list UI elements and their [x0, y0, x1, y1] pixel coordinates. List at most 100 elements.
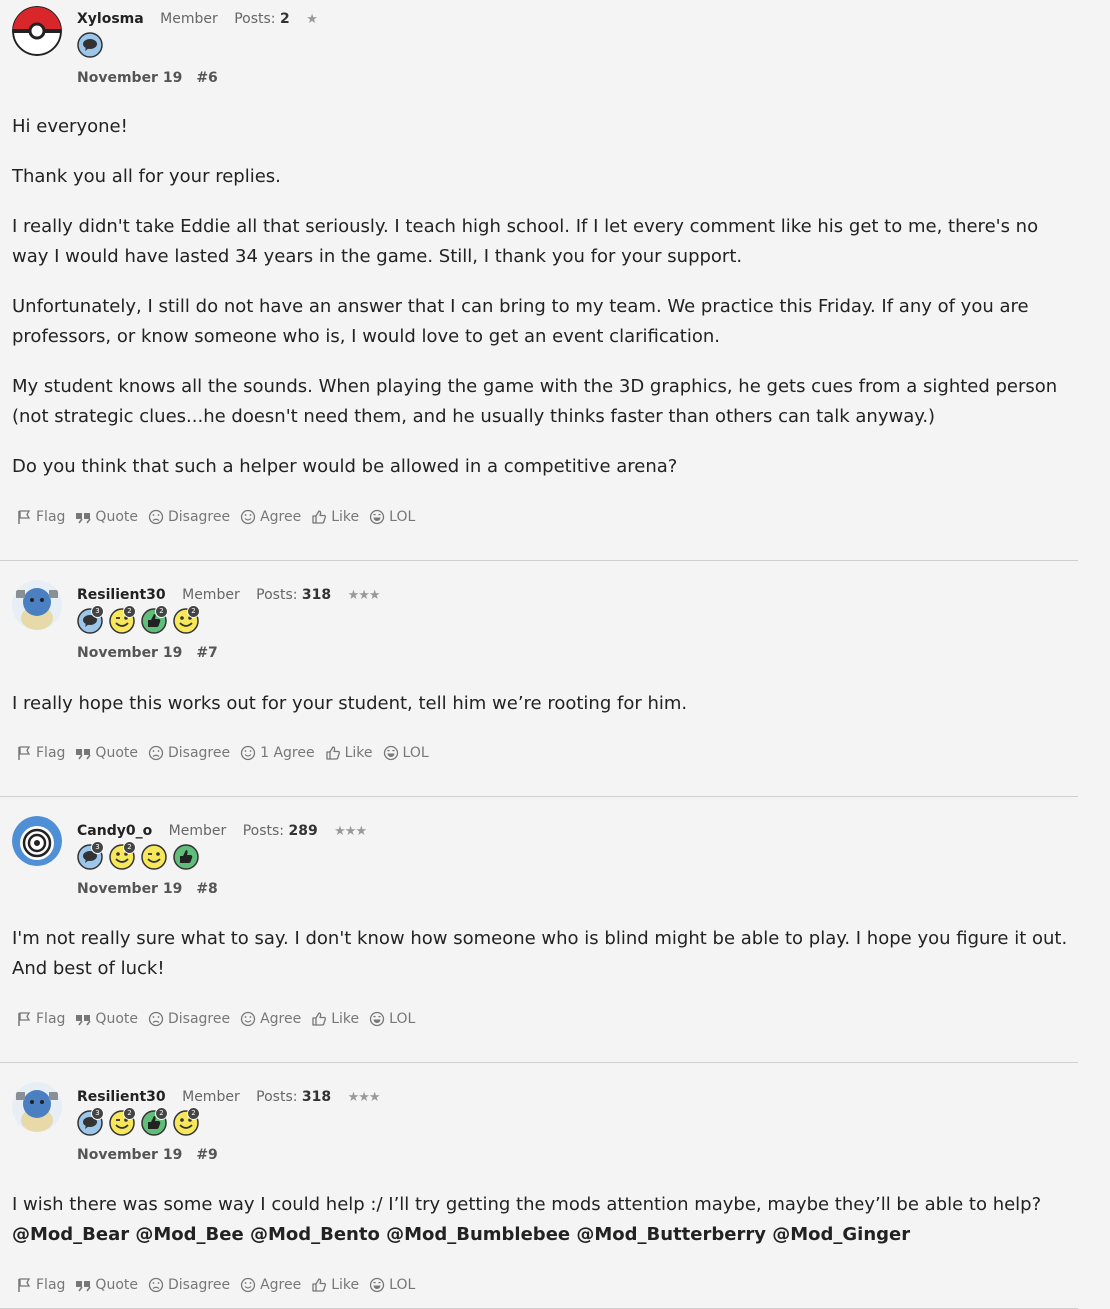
lol-button[interactable]: LOL — [369, 1277, 415, 1293]
smile-icon — [240, 509, 256, 525]
flag-button[interactable]: Flag — [16, 509, 65, 525]
mod-mentions[interactable]: @Mod_Bear @Mod_Bee @Mod_Bento @Mod_Bumbl… — [12, 1220, 1072, 1250]
thumbs-badge-icon[interactable]: 2 — [141, 605, 168, 634]
disagree-button[interactable]: Disagree — [148, 1277, 230, 1293]
badge-count: 2 — [123, 1107, 136, 1120]
wink-badge-icon[interactable] — [141, 844, 167, 870]
agree-button[interactable]: 1 Agree — [240, 745, 315, 761]
smile-icon — [240, 745, 256, 761]
quote-icon — [76, 1281, 92, 1292]
thumbs-badge-icon[interactable] — [173, 844, 199, 870]
username[interactable]: Xylosma — [77, 11, 144, 27]
user-avatar[interactable] — [12, 6, 62, 56]
lol-label: LOL — [389, 1011, 416, 1027]
flag-label: Flag — [36, 1011, 66, 1027]
post-date[interactable]: November 19 — [77, 881, 182, 897]
lol-label: LOL — [402, 745, 429, 761]
quote-button[interactable]: Quote — [75, 1011, 138, 1027]
post-7: Resilient30 Member Posts: 318 ★★★ 3 2 2 … — [0, 561, 1078, 797]
badge-row: 3 2 2 2 — [77, 605, 200, 634]
agree-button[interactable]: Agree — [240, 509, 301, 525]
wink-badge-icon[interactable]: 2 — [109, 605, 136, 634]
disagree-button[interactable]: Disagree — [148, 1011, 230, 1027]
comment-badge-icon[interactable] — [77, 32, 103, 58]
lol-button[interactable]: LOL — [369, 509, 415, 525]
post-8: Candy0_o Member Posts: 289 ★★★ 3 2 Novem… — [0, 797, 1078, 1063]
comment-badge-icon[interactable]: 3 — [77, 605, 104, 634]
disagree-button[interactable]: Disagree — [148, 745, 230, 761]
post-paragraph: Do you think that such a helper would be… — [12, 456, 678, 477]
flag-icon — [18, 1012, 31, 1026]
post-date[interactable]: November 19 — [77, 645, 182, 661]
user-meta: Xylosma Member Posts: 2 ★ — [77, 11, 318, 27]
username[interactable]: Candy0_o — [77, 823, 152, 839]
badge-count: 3 — [91, 841, 104, 854]
user-role: Member — [168, 823, 227, 839]
username[interactable]: Resilient30 — [77, 1089, 166, 1105]
user-role: Member — [182, 1089, 240, 1105]
user-meta: Resilient30 Member Posts: 318 ★★★ — [77, 1089, 381, 1105]
agree-button[interactable]: Agree — [240, 1277, 301, 1293]
user-role: Member — [182, 587, 240, 603]
post-number[interactable]: #8 — [196, 881, 217, 897]
like-button[interactable]: Like — [311, 1277, 359, 1293]
quote-button[interactable]: Quote — [75, 745, 138, 761]
wink-badge-icon[interactable]: 2 — [109, 1107, 136, 1136]
disagree-button[interactable]: Disagree — [148, 509, 230, 525]
quote-button[interactable]: Quote — [75, 509, 138, 525]
post-count: Posts: 289 — [242, 823, 318, 839]
agree-label: Agree — [260, 1011, 302, 1027]
post-9: Resilient30 Member Posts: 318 ★★★ 3 2 2 … — [0, 1063, 1078, 1309]
smile-badge-icon[interactable]: 2 — [173, 605, 200, 634]
smile-badge-icon[interactable]: 2 — [173, 1107, 200, 1136]
post-paragraph: Unfortunately, I still do not have an an… — [12, 296, 1029, 347]
comment-badge-icon[interactable]: 3 — [77, 1107, 104, 1136]
disagree-label: Disagree — [167, 509, 231, 525]
post-body: Hi everyone! Thank you all for your repl… — [12, 112, 1072, 502]
smile-badge-icon[interactable]: 2 — [109, 841, 136, 870]
like-button[interactable]: Like — [325, 745, 373, 761]
post-number[interactable]: #7 — [196, 645, 217, 661]
like-label: Like — [331, 1277, 360, 1293]
quote-button[interactable]: Quote — [75, 1277, 138, 1293]
frown-icon — [148, 1011, 164, 1027]
username[interactable]: Resilient30 — [77, 587, 166, 603]
flag-button[interactable]: Flag — [16, 1011, 65, 1027]
thumbs-badge-icon[interactable]: 2 — [141, 1107, 168, 1136]
post-actions: Flag Quote Disagree 1 Agree Like LOL — [16, 745, 429, 761]
laugh-icon — [370, 1011, 385, 1027]
lol-button[interactable]: LOL — [369, 1011, 415, 1027]
poliwag-avatar-icon — [12, 816, 62, 866]
user-avatar[interactable] — [12, 1082, 62, 1132]
flag-button[interactable]: Flag — [16, 745, 65, 761]
like-button[interactable]: Like — [311, 509, 359, 525]
post-paragraph: I wish there was some way I could help :… — [12, 1194, 1042, 1215]
agree-button[interactable]: Agree — [240, 1011, 301, 1027]
post-number[interactable]: #6 — [196, 70, 217, 86]
like-button[interactable]: Like — [311, 1011, 359, 1027]
post-actions: Flag Quote Disagree Agree Like LOL — [16, 1011, 415, 1027]
user-avatar[interactable] — [12, 816, 62, 866]
user-avatar[interactable] — [12, 580, 62, 630]
post-dateline: November 19 #8 — [77, 881, 218, 897]
post-actions: Flag Quote Disagree Agree Like LOL — [16, 1277, 415, 1293]
post-date[interactable]: November 19 — [77, 70, 182, 86]
post-count: Posts: 318 — [256, 1089, 332, 1105]
flag-button[interactable]: Flag — [16, 1277, 65, 1293]
agree-label: 1 Agree — [260, 745, 315, 761]
like-label: Like — [331, 509, 360, 525]
post-body: I really hope this works out for your st… — [12, 689, 1072, 739]
post-body: I'm not really sure what to say. I don't… — [12, 924, 1072, 1004]
comment-badge-icon[interactable]: 3 — [77, 841, 104, 870]
lol-button[interactable]: LOL — [383, 745, 429, 761]
post-paragraph: I really hope this works out for your st… — [12, 693, 688, 714]
thumbs-up-icon — [312, 510, 327, 524]
post-date[interactable]: November 19 — [77, 1147, 182, 1163]
badge-count: 2 — [187, 1107, 200, 1120]
quote-icon — [76, 749, 92, 760]
rank-stars: ★ — [306, 12, 318, 27]
agree-label: Agree — [260, 1277, 302, 1293]
user-role: Member — [160, 11, 218, 27]
post-number[interactable]: #9 — [196, 1147, 217, 1163]
flag-label: Flag — [36, 509, 66, 525]
